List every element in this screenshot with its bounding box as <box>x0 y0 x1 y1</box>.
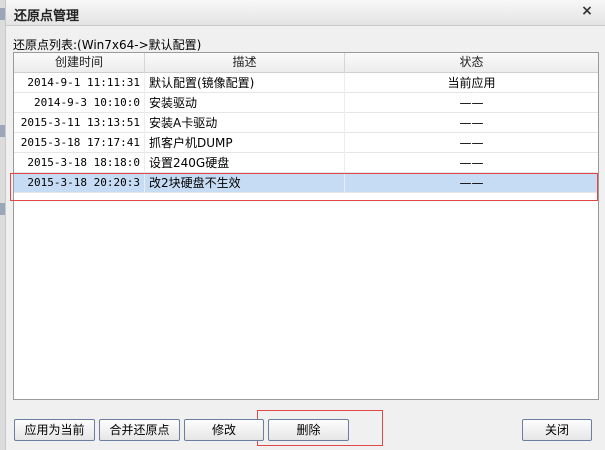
restore-point-list-label: 还原点列表:(Win7x64->默认配置) <box>13 38 202 52</box>
cell-description: 改2块硬盘不生效 <box>145 173 345 193</box>
close-button[interactable]: 关闭 <box>522 419 592 441</box>
restore-point-dialog: 还原点管理 × 还原点列表:(Win7x64->默认配置) 创建时间 描述 状态… <box>0 0 605 450</box>
dialog-titlebar[interactable]: 还原点管理 × <box>6 0 605 26</box>
restore-point-table: 创建时间 描述 状态 2014-9-1 11:11:31 默认配置(镜像配置) … <box>13 52 599 400</box>
table-row[interactable]: 2014-9-1 11:11:31 默认配置(镜像配置) 当前应用 <box>14 73 598 93</box>
modify-button[interactable]: 修改 <box>184 419 264 441</box>
background-window-fragment <box>0 8 5 20</box>
cell-status: —— <box>459 96 484 110</box>
cell-description: 安装A卡驱动 <box>145 113 345 133</box>
cell-created-time: 2015-3-18 18:18:0 <box>14 153 145 173</box>
cell-created-time: 2015-3-18 20:20:3 <box>14 173 145 193</box>
cell-status: 当前应用 <box>447 76 496 90</box>
cell-status: —— <box>459 116 484 130</box>
apply-as-current-button[interactable]: 应用为当前 <box>14 419 95 441</box>
background-window-fragment <box>0 203 5 215</box>
cell-created-time: 2015-3-11 13:13:51 <box>14 113 145 133</box>
cell-description: 设置240G硬盘 <box>145 153 345 173</box>
cell-status: —— <box>459 176 484 190</box>
cell-description: 安装驱动 <box>145 93 345 113</box>
column-header-description[interactable]: 描述 <box>145 53 345 73</box>
cell-status: —— <box>459 136 484 150</box>
column-header-created-time[interactable]: 创建时间 <box>14 53 145 73</box>
cell-created-time: 2014-9-3 10:10:0 <box>14 93 145 113</box>
cell-status: —— <box>459 156 484 170</box>
table-header: 创建时间 描述 状态 <box>14 53 598 73</box>
cell-created-time: 2015-3-18 17:17:41 <box>14 133 145 153</box>
table-row[interactable]: 2015-3-18 18:18:0 设置240G硬盘 —— <box>14 153 598 173</box>
background-window-fragment <box>0 125 5 137</box>
table-row[interactable]: 2014-9-3 10:10:0 安装驱动 —— <box>14 93 598 113</box>
dialog-title: 还原点管理 <box>14 9 80 24</box>
cell-created-time: 2014-9-1 11:11:31 <box>14 73 145 93</box>
close-icon[interactable]: × <box>579 3 595 19</box>
merge-restore-points-button[interactable]: 合并还原点 <box>99 419 180 441</box>
cell-description: 抓客户机DUMP <box>145 133 345 153</box>
cell-description: 默认配置(镜像配置) <box>145 73 345 93</box>
background-window-edge <box>0 0 6 450</box>
delete-button[interactable]: 删除 <box>268 419 349 441</box>
column-header-status[interactable]: 状态 <box>345 53 598 73</box>
table-row-selected[interactable]: 2015-3-18 20:20:3 改2块硬盘不生效 —— <box>14 173 598 193</box>
table-row[interactable]: 2015-3-11 13:13:51 安装A卡驱动 —— <box>14 113 598 133</box>
table-row[interactable]: 2015-3-18 17:17:41 抓客户机DUMP —— <box>14 133 598 153</box>
